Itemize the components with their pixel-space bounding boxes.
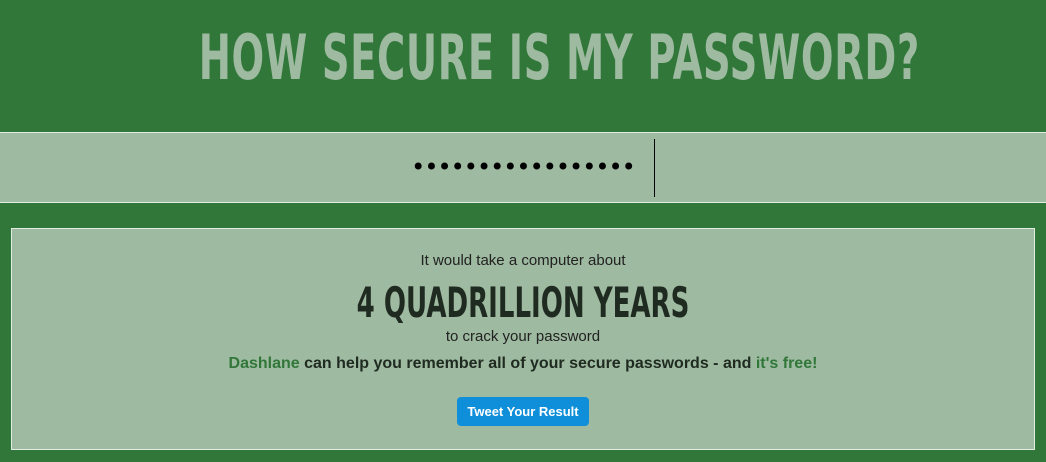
page-title: HOW SECURE IS MY PASSWORD?	[198, 21, 920, 94]
free-link[interactable]: it's free!	[756, 355, 818, 372]
password-input[interactable]: •••••••••••••••••	[0, 133, 1046, 202]
promo-body: can help you remember all of your secure…	[299, 355, 756, 372]
page: HOW SECURE IS MY PASSWORD? •••••••••••••…	[0, 0, 1046, 462]
result-panel: It would take a computer about 4 QUADRIL…	[11, 228, 1035, 450]
text-caret	[654, 139, 655, 197]
result-tail-text: to crack your password	[445, 328, 601, 345]
crack-time-value: 4 QUADRILLION YEARS	[356, 278, 690, 327]
tweet-result-button[interactable]: Tweet Your Result	[457, 397, 589, 426]
password-band: •••••••••••••••••	[0, 132, 1046, 203]
promo-text: Dashlane can help you remember all of yo…	[12, 355, 1034, 373]
dashlane-link[interactable]: Dashlane	[229, 355, 300, 372]
result-lead-text: It would take a computer about	[420, 252, 626, 269]
